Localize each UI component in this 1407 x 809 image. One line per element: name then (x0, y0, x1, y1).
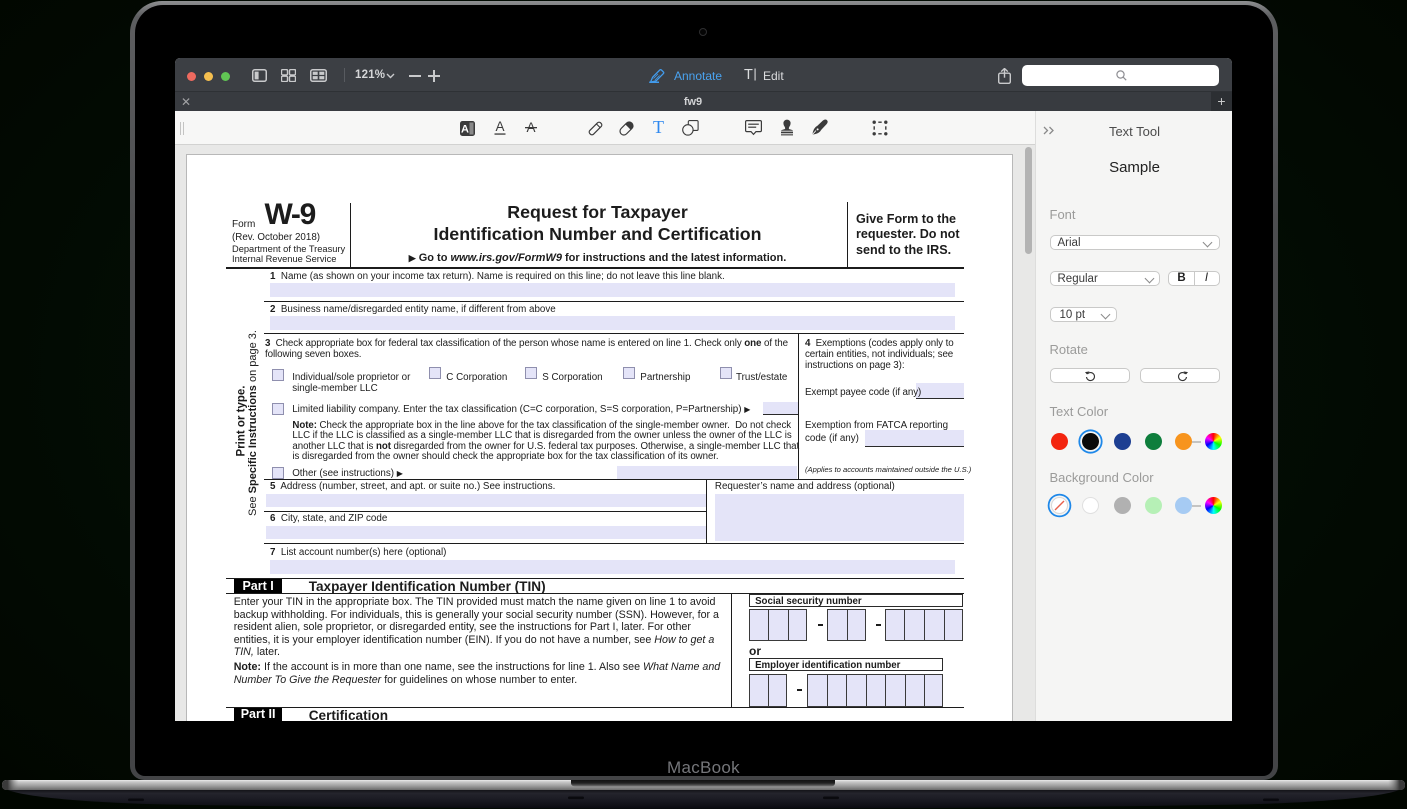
svg-text:A: A (495, 120, 504, 134)
svg-text:A: A (461, 123, 469, 135)
svg-text:T: T (653, 119, 664, 136)
